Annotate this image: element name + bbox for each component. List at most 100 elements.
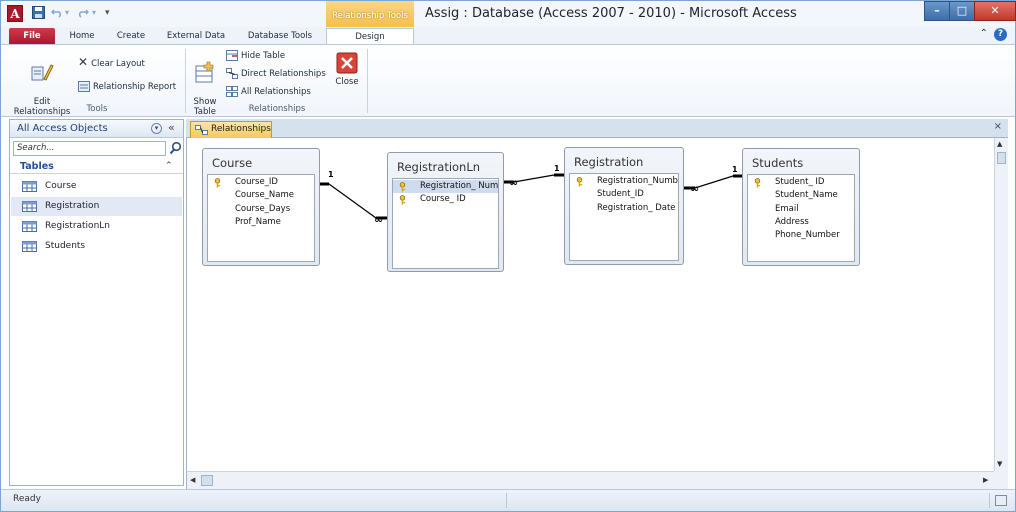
direct-relationships-label: Direct Relationships [241, 69, 326, 79]
field-name: Course_Days [235, 203, 291, 214]
horizontal-scroll-thumb[interactable] [201, 475, 213, 486]
field-row[interactable]: Student_Name [748, 189, 854, 202]
relationships-canvas[interactable]: 1 ∞ 1 ∞ 1 ∞ Course Course_ID Course_Name Course_… [186, 138, 994, 471]
primary-key-icon [399, 195, 406, 205]
one-side-label: 1 [732, 165, 738, 174]
nav-pane-header[interactable]: All Access Objects ▾ « [10, 120, 183, 138]
field-list[interactable]: Registration_Numb Student_ID Registration_… [569, 173, 679, 261]
relationship-line[interactable] [684, 175, 742, 189]
field-name: Registration_ Date [597, 202, 676, 213]
table-box-registrationln[interactable]: RegistrationLn Registration_ Numb Course_ … [387, 152, 504, 272]
redo-dropdown-icon[interactable]: ▾ [92, 6, 96, 20]
vertical-scroll-thumb[interactable] [997, 152, 1006, 164]
table-box-students[interactable]: Students Student_ ID Student_Name Email Addr… [742, 148, 860, 266]
relationship-report-icon [78, 81, 90, 92]
customize-qat-icon[interactable]: ▾ [105, 6, 110, 20]
tab-design[interactable]: Design [326, 28, 414, 45]
scroll-right-arrow-icon[interactable]: ▶ [983, 476, 988, 484]
table-icon [22, 201, 37, 212]
vertical-scrollbar[interactable]: ▲ ▼ [994, 138, 1008, 471]
field-row[interactable]: Course_Name [208, 189, 314, 202]
relationships-doc-tab[interactable]: Relationships [190, 121, 272, 138]
status-separator [989, 493, 990, 508]
field-row[interactable]: Course_Days [208, 203, 314, 216]
collapse-group-icon[interactable]: ⌃ [165, 161, 173, 171]
field-row[interactable]: Registration_Numb [570, 175, 678, 188]
field-row[interactable]: Prof_Name [208, 216, 314, 229]
close-window-button[interactable]: ✕ [974, 1, 1016, 21]
tab-create[interactable]: Create [113, 28, 149, 44]
window-title: Assig : Database (Access 2007 - 2010) - … [425, 6, 797, 21]
field-row[interactable]: Student_ID [570, 188, 678, 201]
scroll-left-arrow-icon[interactable]: ◀ [190, 476, 195, 484]
ribbon-minimize-icon[interactable]: ⌃ [980, 28, 988, 39]
field-list[interactable]: Registration_ Numb Course_ ID [392, 178, 499, 269]
primary-key-icon [754, 178, 761, 188]
field-row[interactable]: Course_ID [208, 176, 314, 189]
relationships-group-label: Relationships [248, 104, 306, 114]
field-row[interactable]: Email [748, 203, 854, 216]
nav-table-item[interactable]: Students [11, 237, 182, 256]
all-relationships-label: All Relationships [241, 87, 311, 97]
tab-home[interactable]: Home [65, 28, 99, 44]
field-name: Phone_Number [775, 230, 840, 241]
nav-table-item[interactable]: Course [11, 177, 182, 196]
table-box-course[interactable]: Course Course_ID Course_Name Course_Days Pro… [202, 148, 320, 266]
close-document-icon[interactable]: × [994, 121, 1002, 132]
tab-external-data[interactable]: External Data [163, 28, 229, 44]
undo-icon[interactable] [50, 6, 63, 21]
group-separator [185, 49, 186, 113]
tab-database-tools[interactable]: Database Tools [243, 28, 317, 44]
many-side-label: ∞ [690, 182, 699, 195]
nav-table-item[interactable]: Registration [11, 197, 182, 216]
nav-table-label: Students [45, 241, 86, 251]
relationship-line[interactable] [504, 174, 564, 183]
table-box-title: Registration [574, 155, 644, 169]
nav-table-item[interactable]: RegistrationLn [11, 217, 182, 236]
direct-relationships-button[interactable]: Direct Relationships [226, 68, 326, 80]
field-name: Course_Name [235, 190, 295, 201]
design-view-icon[interactable] [995, 495, 1007, 506]
many-side-label: ∞ [509, 176, 518, 189]
access-app-icon[interactable]: A [7, 5, 23, 22]
field-row[interactable]: Registration_ Date [570, 202, 678, 215]
tab-file[interactable]: File [9, 28, 55, 44]
primary-key-icon [214, 178, 221, 188]
collapse-pane-icon[interactable]: « [168, 121, 175, 134]
field-list[interactable]: Course_ID Course_Name Course_Days Prof_Name [207, 174, 315, 262]
all-relationships-button[interactable]: All Relationships [226, 86, 311, 98]
minimize-button[interactable]: – [924, 1, 950, 21]
table-box-title: RegistrationLn [397, 160, 481, 174]
tables-group-header[interactable]: Tables ⌃ [10, 160, 183, 174]
field-row[interactable]: Address [748, 216, 854, 229]
maximize-button[interactable]: □ [949, 1, 975, 21]
undo-dropdown-icon[interactable]: ▾ [65, 6, 69, 20]
close-relationships-button[interactable]: Close [333, 51, 361, 87]
scroll-up-arrow-icon[interactable]: ▲ [997, 140, 1002, 148]
relationship-line[interactable] [320, 183, 387, 219]
field-name: Student_ID [597, 189, 644, 200]
help-icon[interactable]: ? [994, 28, 1007, 41]
table-box-title: Students [752, 156, 804, 170]
save-icon[interactable] [32, 6, 45, 22]
field-row[interactable]: Phone_Number [748, 229, 854, 242]
redo-icon[interactable] [77, 6, 90, 21]
table-box-registration[interactable]: Registration Registration_Numb Student_ID R… [564, 147, 684, 265]
relationship-report-button[interactable]: Relationship Report [78, 81, 176, 93]
scroll-down-arrow-icon[interactable]: ▼ [997, 460, 1002, 468]
field-name: Student_Name [775, 190, 838, 201]
clear-layout-button[interactable]: ✕ Clear Layout [78, 56, 145, 70]
search-input[interactable]: Search... [13, 141, 166, 156]
field-name: Course_ ID [420, 194, 466, 205]
field-list[interactable]: Student_ ID Student_Name Email Address Phone… [747, 174, 855, 262]
hide-table-button[interactable]: Hide Table [226, 50, 285, 62]
search-icon[interactable] [169, 141, 182, 155]
field-row[interactable]: Course_ ID [393, 193, 498, 206]
field-row[interactable]: Registration_ Numb [393, 180, 498, 193]
group-separator [367, 49, 368, 113]
navigation-pane: All Access Objects ▾ « Search... Tables … [9, 119, 184, 486]
field-row[interactable]: Student_ ID [748, 176, 854, 189]
clear-layout-label: Clear Layout [91, 59, 145, 69]
horizontal-scrollbar[interactable]: ◀ ▶ [186, 471, 994, 489]
nav-menu-chevron-icon[interactable]: ▾ [151, 123, 162, 134]
